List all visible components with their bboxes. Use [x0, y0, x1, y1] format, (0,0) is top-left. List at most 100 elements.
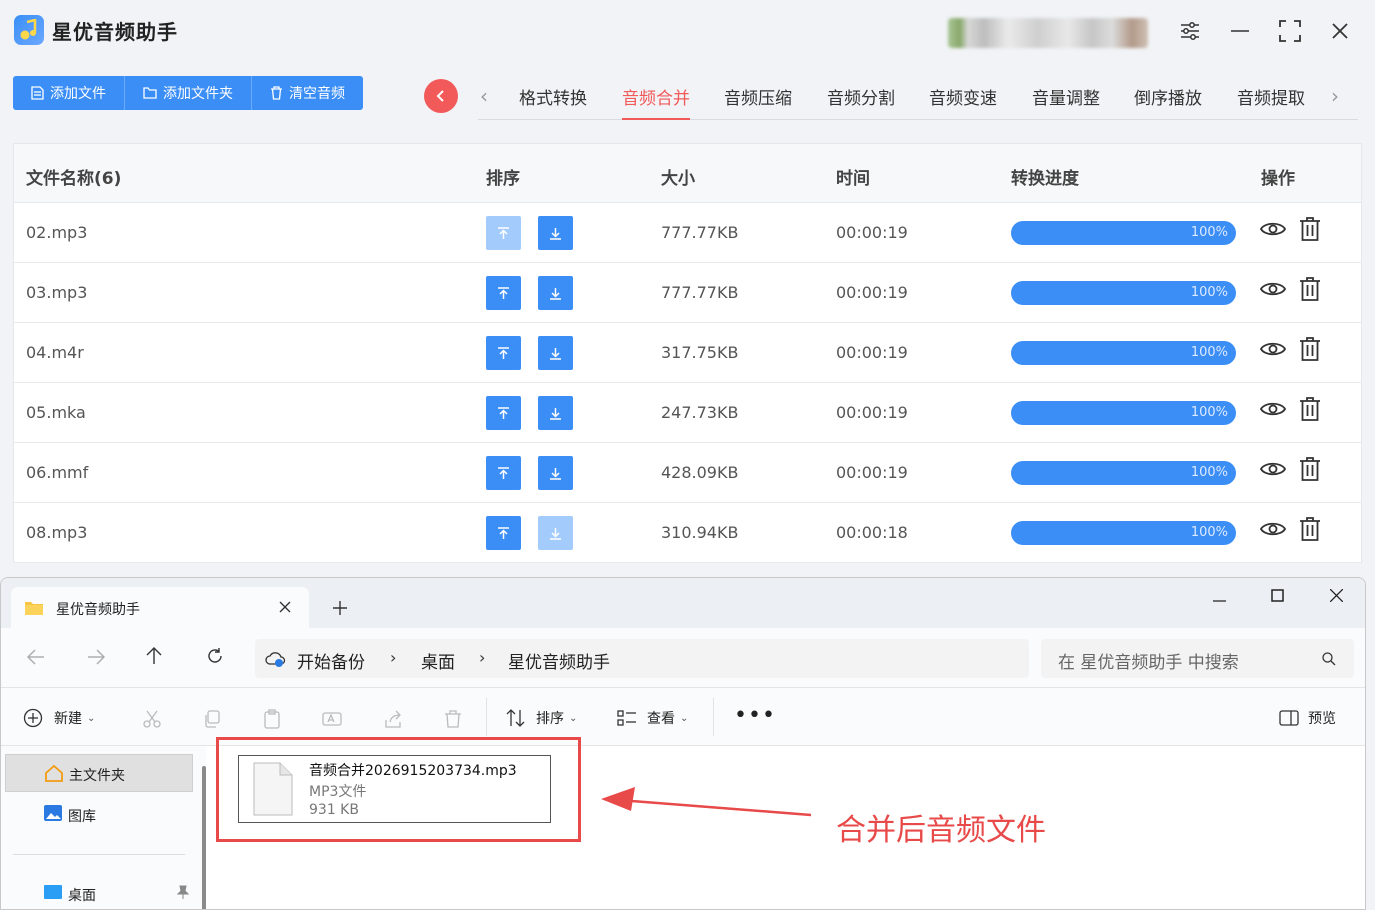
preview-button[interactable] [1259, 279, 1287, 303]
delete-button[interactable] [1299, 217, 1321, 245]
tab-audio-extract[interactable]: 音频提取 [1237, 84, 1305, 120]
move-down-button[interactable] [538, 216, 573, 250]
up-arrow-icon [146, 647, 162, 664]
delete-button[interactable] [1299, 457, 1321, 485]
tab-volume-adjust[interactable]: 音量调整 [1032, 84, 1100, 120]
move-down-button[interactable] [538, 396, 573, 430]
add-file-label: 添加文件 [50, 86, 106, 102]
breadcrumb-separator-icon: › [390, 648, 397, 667]
move-up-button[interactable] [486, 216, 521, 250]
table-row[interactable]: 05.mka 247.73KB 00:00:19 100% [14, 383, 1361, 443]
sort-button[interactable]: 排序 ⌄ [506, 708, 577, 728]
view-label: 查看 [647, 711, 675, 727]
trash-icon [1300, 397, 1320, 421]
table-row[interactable]: 04.m4r 317.75KB 00:00:19 100% [14, 323, 1361, 383]
move-up-button[interactable] [486, 276, 521, 310]
breadcrumb-desktop[interactable]: 桌面 [421, 648, 455, 673]
close-icon[interactable] [1326, 17, 1354, 45]
generic-file-icon [253, 762, 293, 816]
maximize-icon[interactable] [1276, 17, 1304, 45]
table-row[interactable]: 02.mp3 777.77KB 00:00:19 100% [14, 203, 1361, 263]
tab-audio-speed[interactable]: 音频变速 [929, 84, 997, 120]
collapse-back-button[interactable] [424, 79, 458, 113]
close-icon [1330, 589, 1343, 602]
tabs-next-icon[interactable]: › [1331, 84, 1339, 108]
nav-gallery-label: 图库 [68, 809, 96, 825]
file-explorer-window: 星优音频助手 开始备份 › 桌面 › 星优音频助手 在 星优音频助手 中搜索 新… [0, 577, 1366, 910]
file-name: 音频合并2026915203734.mp3 [309, 763, 517, 779]
plus-circle-icon [23, 708, 43, 728]
eye-icon [1259, 402, 1287, 416]
file-table: 文件名称(6) 排序 大小 时间 转换进度 操作 02.mp3 777.77KB 0… [13, 143, 1362, 563]
delete-button[interactable] [1299, 337, 1321, 365]
delete-button[interactable] [1299, 397, 1321, 425]
eye-icon [1259, 282, 1287, 296]
desktop-icon [44, 885, 62, 899]
add-file-button[interactable]: 添加文件 [13, 76, 125, 110]
download-arrow-icon [550, 467, 561, 480]
table-row[interactable]: 08.mp3 310.94KB 00:00:18 100% [14, 503, 1361, 563]
nav-home-label: 主文件夹 [69, 768, 125, 784]
trash-icon [1300, 337, 1320, 361]
merged-audio-file[interactable]: 音频合并2026915203734.mp3 MP3文件 931 KB [238, 755, 551, 823]
table-row[interactable]: 03.mp3 777.77KB 00:00:19 100% [14, 263, 1361, 323]
nav-item-home[interactable]: 主文件夹 [5, 754, 193, 792]
new-button[interactable]: 新建 ⌄ [23, 708, 95, 728]
tab-audio-split[interactable]: 音频分割 [827, 84, 895, 120]
move-down-button[interactable] [538, 516, 573, 550]
nav-item-gallery[interactable]: 图库 [5, 796, 193, 832]
move-down-button[interactable] [538, 276, 573, 310]
explorer-tab[interactable]: 星优音频助手 [11, 587, 309, 628]
search-input[interactable]: 在 星优音频助手 中搜索 [1041, 639, 1354, 678]
move-up-button[interactable] [486, 456, 521, 490]
cut-icon [143, 710, 161, 728]
row-time: 00:00:19 [836, 463, 908, 482]
breadcrumb-start-backup[interactable]: 开始备份 [297, 648, 365, 673]
tab-reverse-play[interactable]: 倒序播放 [1134, 84, 1202, 120]
tab-audio-merge[interactable]: 音频合并 [622, 84, 690, 120]
eye-icon [1259, 522, 1287, 536]
move-down-button[interactable] [538, 456, 573, 490]
move-up-button[interactable] [486, 516, 521, 550]
tab-audio-compress[interactable]: 音频压缩 [724, 84, 792, 120]
preview-button[interactable] [1259, 339, 1287, 363]
table-row[interactable]: 06.mmf 428.09KB 00:00:19 100% [14, 443, 1361, 503]
user-avatar[interactable] [948, 18, 1148, 48]
move-up-button[interactable] [486, 396, 521, 430]
minimize-icon[interactable] [1226, 17, 1254, 45]
toolbar-divider [713, 698, 714, 736]
add-folder-label: 添加文件夹 [163, 86, 233, 102]
tab-format-convert[interactable]: 格式转换 [519, 84, 587, 120]
preview-button[interactable] [1259, 219, 1287, 243]
move-up-button[interactable] [486, 336, 521, 370]
eye-icon [1259, 222, 1287, 236]
preview-button[interactable] [1259, 459, 1287, 483]
preview-button[interactable] [1259, 519, 1287, 543]
tabs-prev-icon[interactable]: ‹ [480, 84, 488, 108]
delete-button[interactable] [1299, 517, 1321, 545]
delete-button[interactable] [1299, 277, 1321, 305]
upload-arrow-icon [498, 346, 509, 359]
preview-button[interactable]: 预览 [1279, 708, 1336, 728]
trash-icon [271, 86, 282, 100]
nav-scrollbar[interactable] [202, 766, 206, 909]
view-button[interactable]: 查看 ⌄ [617, 708, 688, 728]
more-options-icon[interactable]: ••• [734, 703, 776, 728]
header-file-name: 文件名称(6) [26, 169, 122, 189]
nav-item-desktop[interactable]: 桌面 [5, 876, 193, 909]
preview-button[interactable] [1259, 399, 1287, 423]
move-down-button[interactable] [538, 336, 573, 370]
address-bar[interactable]: 开始备份 › 桌面 › 星优音频助手 [255, 639, 1029, 678]
app-title: 星优音频助手 [52, 20, 178, 44]
paste-icon [264, 709, 280, 729]
header-ops: 操作 [1261, 169, 1295, 189]
rename-icon [322, 712, 342, 726]
new-tab-icon [333, 601, 347, 615]
download-arrow-icon [550, 227, 561, 240]
minimize-icon [1213, 600, 1226, 602]
settings-icon[interactable] [1176, 17, 1204, 45]
breadcrumb-app-folder[interactable]: 星优音频助手 [508, 648, 610, 673]
file-list-area: 音频合并2026915203734.mp3 MP3文件 931 KB 合并后音频… [216, 737, 1365, 909]
add-folder-button[interactable]: 添加文件夹 [125, 76, 252, 110]
clear-audio-button[interactable]: 清空音频 [252, 76, 363, 110]
